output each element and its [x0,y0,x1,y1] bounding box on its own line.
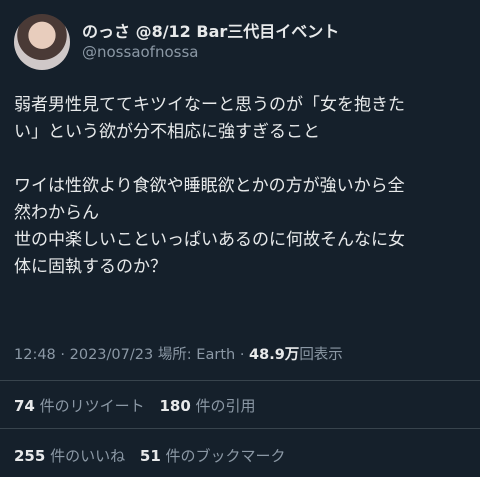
retweets-count: 74 [14,397,35,415]
quotes-count: 180 [159,397,191,415]
bookmarks-label: 件のブックマーク [165,447,286,465]
tweet-location: 場所: Earth [157,347,236,363]
tweet-header: のっさ @8/12 Bar三代目イベント @nossaofnossa [14,14,339,70]
divider [0,428,480,429]
quotes-label: 件の引用 [195,397,256,415]
tweet-line: 弱者男性見ててキツイなーと思うのが「女を抱きた [14,95,405,115]
tweet-line: 体に固執するのか？ [14,257,167,277]
divider [0,380,480,381]
avatar[interactable] [14,14,70,70]
tweet-text: 弱者男性見ててキツイなーと思うのが「女を抱きた い」という欲が分不相応に強すぎる… [14,92,470,281]
tweet-line: 世の中楽しいこといっぱいあるのに何故そんなに女 [14,230,405,250]
bookmarks-stat[interactable]: 51 件のブックマーク [140,447,286,465]
stats-row-1: 74 件のリツイート 180 件の引用 [14,395,266,416]
author-names: のっさ @8/12 Bar三代目イベント @nossaofnossa [82,22,339,62]
retweets-label: 件のリツイート [39,397,145,415]
views-count: 48.9万 [249,347,300,363]
bookmarks-count: 51 [139,447,161,465]
likes-count: 255 [14,447,46,465]
tweet-detail: のっさ @8/12 Bar三代目イベント @nossaofnossa 弱者男性見… [0,0,480,477]
tweet-line: 然わからん [14,203,99,223]
tweet-line: ワイは性欲より食欲や睡眠欲とかの方が強いから全 [14,176,405,196]
meta-separator: · [239,347,245,363]
tweet-line: い」という欲が分不相応に強すぎること [14,122,320,142]
likes-stat[interactable]: 255 件のいいね [14,447,125,465]
stats-row-2: 255 件のいいね 51 件のブックマーク [14,445,296,466]
meta-separator: · [60,347,66,363]
retweets-stat[interactable]: 74 件のリツイート [14,397,145,415]
quotes-stat[interactable]: 180 件の引用 [159,397,255,415]
tweet-date[interactable]: 2023/07/23 [70,347,154,363]
tweet-time[interactable]: 12:48 [14,347,56,363]
likes-label: 件のいいね [50,447,126,465]
views-label: 回表示 [299,347,343,363]
tweet-meta: 12:48 · 2023/07/23 場所: Earth · 48.9万回表示 [14,343,343,364]
display-name[interactable]: のっさ @8/12 Bar三代目イベント [82,22,339,42]
user-handle[interactable]: @nossaofnossa [82,42,339,62]
